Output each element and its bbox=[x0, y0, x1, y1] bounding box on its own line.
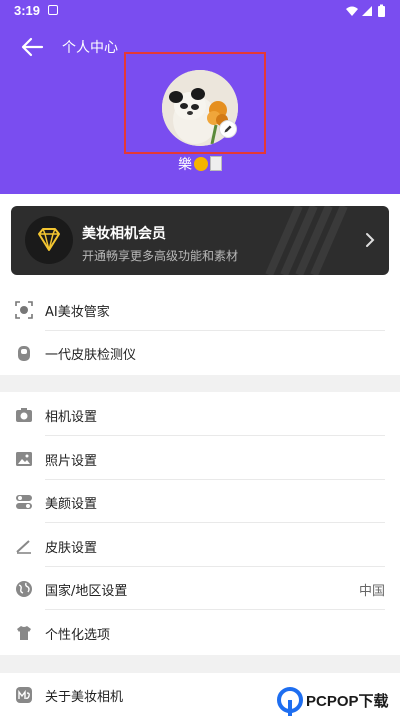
menu-item-personalization[interactable]: 个性化选项 bbox=[0, 611, 400, 654]
page-title: 个人中心 bbox=[62, 40, 118, 56]
section-gap bbox=[0, 375, 400, 392]
nickname-text: 樂 bbox=[178, 157, 192, 173]
skin-detector-icon bbox=[18, 346, 30, 361]
menu-label: 一代皮肤检测仪 bbox=[45, 348, 137, 363]
section-gap bbox=[0, 655, 400, 673]
region-value: 中国 bbox=[358, 584, 385, 599]
menu-item-ai-makeup[interactable]: AI美妆管家 bbox=[0, 288, 400, 331]
menu-label: 国家/地区设置 bbox=[45, 584, 128, 599]
ai-scan-icon bbox=[15, 301, 33, 319]
photo-icon bbox=[16, 452, 32, 466]
menu-label: 关于美妆相机 bbox=[45, 690, 124, 705]
pcpop-watermark: PCPOP下载 bbox=[276, 680, 400, 720]
camera-icon bbox=[16, 408, 32, 422]
menu-item-camera-settings[interactable]: 相机设置 bbox=[0, 393, 400, 436]
tshirt-icon bbox=[17, 626, 31, 640]
menu-item-skin-detector[interactable]: 一代皮肤检测仪 bbox=[0, 331, 400, 374]
vip-title: 美妆相机会员 bbox=[82, 226, 166, 242]
chevron-right-icon bbox=[366, 233, 375, 247]
document-icon bbox=[210, 156, 222, 171]
divider bbox=[45, 435, 385, 436]
system-status-icons bbox=[346, 4, 385, 17]
watermark-text: PCPOP下载 bbox=[306, 692, 389, 710]
menu-item-region-settings[interactable]: 国家/地区设置 中国 bbox=[0, 567, 400, 610]
menu-label: 照片设置 bbox=[45, 454, 98, 469]
divider bbox=[45, 522, 385, 523]
vip-icon-background bbox=[25, 216, 73, 264]
status-time: 3:19 bbox=[14, 3, 41, 18]
globe-icon bbox=[16, 581, 32, 597]
menu-label: 个性化选项 bbox=[45, 628, 111, 643]
menu-label: AI美妆管家 bbox=[45, 305, 110, 320]
status-bar: 3:19 bbox=[0, 0, 400, 22]
skin-pen-icon bbox=[16, 540, 31, 554]
emoji-icon bbox=[194, 157, 208, 171]
vip-subtitle: 开通畅享更多高级功能和素材 bbox=[82, 249, 239, 263]
menu-item-beauty-settings[interactable]: 美颜设置 bbox=[0, 480, 400, 523]
menu-item-skin-settings[interactable]: 皮肤设置 bbox=[0, 524, 400, 567]
app-logo-icon bbox=[16, 687, 32, 703]
profile-header: 个人中心 樂 bbox=[0, 22, 400, 194]
divider bbox=[45, 609, 385, 610]
nickname: 樂 bbox=[0, 154, 400, 174]
back-arrow-icon[interactable] bbox=[18, 34, 48, 60]
menu-label: 相机设置 bbox=[45, 410, 98, 425]
vip-membership-card[interactable]: 美妆相机会员 开通畅享更多高级功能和素材 bbox=[11, 206, 389, 275]
edit-avatar-icon[interactable] bbox=[219, 120, 237, 138]
menu-item-photo-settings[interactable]: 照片设置 bbox=[0, 437, 400, 480]
menu-label: 皮肤设置 bbox=[45, 541, 98, 556]
diamond-icon bbox=[38, 228, 60, 251]
vip-card-decoration bbox=[265, 206, 348, 275]
notification-icon bbox=[48, 5, 58, 15]
menu-label: 美颜设置 bbox=[45, 497, 98, 512]
toggle-icon bbox=[16, 495, 32, 509]
